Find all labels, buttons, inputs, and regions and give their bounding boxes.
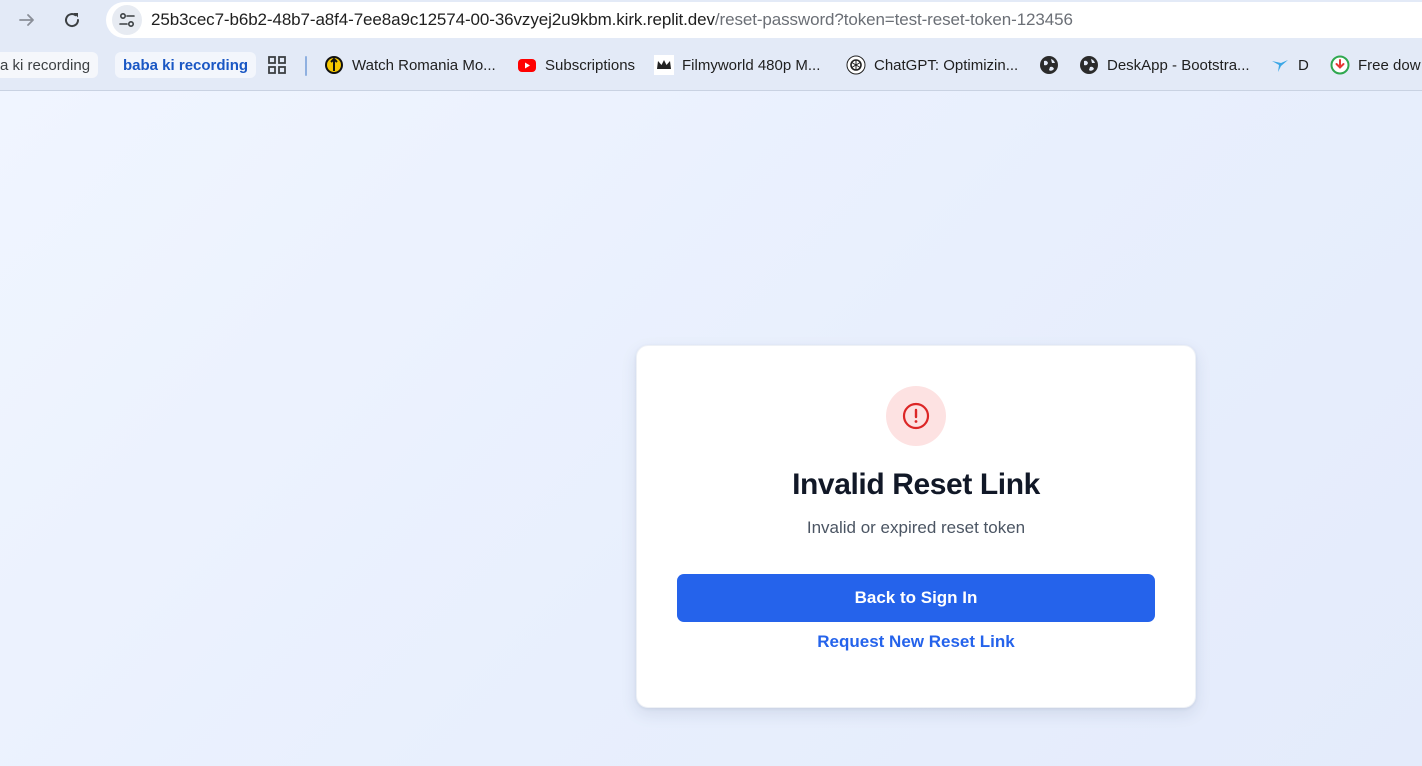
crown-icon xyxy=(654,55,674,75)
bookmarks-bar: a ki recording baba ki recording Watch R… xyxy=(0,40,1422,91)
reload-icon xyxy=(65,13,80,28)
url-text[interactable]: 25b3cec7-b6b2-48b7-a8f4-7ee8a9c12574-00-… xyxy=(151,10,1073,30)
download-icon xyxy=(1330,55,1350,75)
bookmark-watch-romania[interactable]: Watch Romania Mo... xyxy=(324,53,496,77)
request-new-reset-link[interactable]: Request New Reset Link xyxy=(637,632,1195,652)
bookmark-label: DeskApp - Bootstra... xyxy=(1107,56,1250,74)
tubi-icon xyxy=(324,55,344,75)
bookmark-globe[interactable] xyxy=(1039,53,1059,77)
address-bar[interactable]: 25b3cec7-b6b2-48b7-a8f4-7ee8a9c12574-00-… xyxy=(106,2,1422,38)
tune-icon xyxy=(119,12,135,28)
globe-icon xyxy=(1079,55,1099,75)
apps-button[interactable] xyxy=(266,53,288,77)
bookmark-chatgpt[interactable]: ChatGPT: Optimizin... xyxy=(846,53,1018,77)
bookmark-baba-ki-recording[interactable]: baba ki recording xyxy=(115,52,257,78)
bird-icon xyxy=(1270,55,1290,75)
back-to-sign-in-button[interactable]: Back to Sign In xyxy=(677,574,1155,622)
bookmark-label: Subscriptions xyxy=(545,56,636,74)
youtube-icon xyxy=(517,55,537,75)
globe-icon xyxy=(1039,55,1059,75)
apps-grid-icon xyxy=(268,56,286,74)
bookmark-label: ChatGPT: Optimizin... xyxy=(874,56,1019,74)
error-badge xyxy=(886,386,946,446)
bookmark-d[interactable]: D xyxy=(1270,53,1309,77)
bookmark-a-ki-recording[interactable]: a ki recording xyxy=(0,52,99,78)
page-title: Invalid Reset Link xyxy=(792,468,1040,501)
bookmark-deskapp[interactable]: DeskApp - Bootstra... xyxy=(1079,53,1250,77)
browser-toolbar: 25b3cec7-b6b2-48b7-a8f4-7ee8a9c12574-00-… xyxy=(0,0,1422,40)
page-background: Invalid Reset Link Invalid or expired re… xyxy=(0,91,1422,766)
alert-circle-icon xyxy=(902,402,930,430)
chatgpt-icon xyxy=(846,55,866,75)
reload-button[interactable] xyxy=(56,4,88,36)
arrow-right-icon xyxy=(19,14,34,26)
bookmarks-divider xyxy=(305,56,307,76)
url-host: 25b3cec7-b6b2-48b7-a8f4-7ee8a9c12574-00-… xyxy=(151,10,715,29)
reset-error-card: Invalid Reset Link Invalid or expired re… xyxy=(636,345,1196,708)
site-info-button[interactable] xyxy=(112,5,142,35)
bookmark-label: Filmyworld 480p M... xyxy=(682,56,821,74)
bookmark-label: baba ki recording xyxy=(123,56,249,74)
bookmark-subscriptions[interactable]: Subscriptions xyxy=(517,53,635,77)
bookmark-label: D xyxy=(1298,56,1309,74)
error-message: Invalid or expired reset token xyxy=(806,518,1026,537)
bookmark-filmyworld[interactable]: Filmyworld 480p M... xyxy=(654,53,820,77)
bookmark-label: Watch Romania Mo... xyxy=(352,56,496,74)
bookmark-label: Free dow xyxy=(1358,56,1421,74)
url-path: /reset-password?token=test-reset-token-1… xyxy=(714,10,1073,29)
forward-button[interactable] xyxy=(11,4,43,36)
bookmark-label: a ki recording xyxy=(0,56,91,74)
bookmark-free-download[interactable]: Free dow xyxy=(1330,53,1421,77)
